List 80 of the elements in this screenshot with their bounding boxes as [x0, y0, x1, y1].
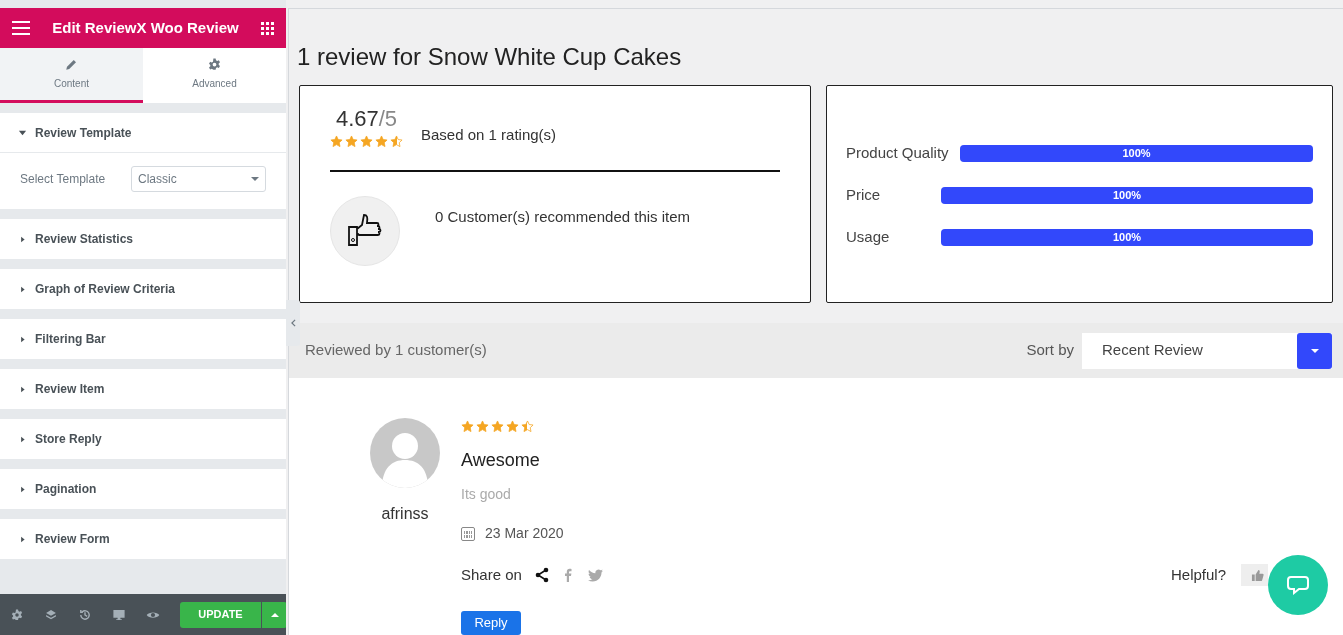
- criteria-label: Price: [846, 184, 882, 205]
- menu-icon[interactable]: [12, 21, 30, 35]
- caret-icon: [19, 485, 26, 493]
- caret-icon: [19, 285, 26, 293]
- caret-icon: [19, 435, 26, 443]
- pencil-icon: [64, 57, 79, 72]
- review-text: Its good: [461, 485, 512, 504]
- score-scale: /5: [378, 106, 398, 131]
- reply-button[interactable]: Reply: [461, 610, 521, 635]
- caret-icon: [1310, 348, 1319, 353]
- review-date: 23 Mar 2020: [485, 524, 564, 543]
- caret-icon: [19, 385, 26, 393]
- section-header[interactable]: Graph of Review Criteria: [0, 269, 286, 309]
- caret-icon: [251, 177, 259, 181]
- star-icon: [390, 135, 403, 148]
- rating-count: Based on 1 rating(s): [421, 125, 557, 145]
- section-header[interactable]: Review Form: [0, 519, 286, 559]
- section-title: Review Form: [35, 531, 110, 548]
- caret-icon: [19, 335, 26, 343]
- criteria-percent: 100%: [1122, 145, 1151, 161]
- criteria-label: Product Quality: [846, 142, 950, 163]
- caret-icon: [19, 235, 26, 243]
- apps-grid-icon[interactable]: [261, 21, 274, 35]
- calendar-icon: [461, 526, 475, 541]
- panel-tab[interactable]: Content: [0, 48, 143, 103]
- review-count: Reviewed by 1 customer(s): [305, 340, 488, 361]
- section-title: Review Item: [35, 381, 105, 398]
- star-icon: [476, 420, 489, 433]
- star-icon: [375, 135, 388, 148]
- section-header[interactable]: Review Item: [0, 369, 286, 409]
- section-header[interactable]: Store Reply: [0, 419, 286, 459]
- chat-bubble-icon: [1287, 575, 1309, 595]
- star-icon: [345, 135, 358, 148]
- settings-icon[interactable]: [10, 607, 24, 622]
- section-title: Review Template: [35, 124, 132, 142]
- share-icon[interactable]: [533, 567, 550, 584]
- criteria-label: Usage: [846, 226, 891, 247]
- star-icon: [461, 420, 474, 433]
- section-title: Pagination: [35, 481, 97, 498]
- sort-select[interactable]: Recent Review: [1082, 332, 1332, 369]
- template-select[interactable]: Classic: [131, 166, 266, 192]
- section-header[interactable]: Filtering Bar: [0, 319, 286, 359]
- chevron-left-icon: [290, 319, 296, 327]
- thumbs-up-icon: [1251, 568, 1264, 582]
- monitor-icon[interactable]: [112, 607, 126, 622]
- section-title: Review Statistics: [35, 231, 134, 248]
- facebook-icon[interactable]: [563, 568, 572, 583]
- field-label: Select Template: [20, 171, 107, 188]
- section-title: Store Reply: [35, 431, 102, 448]
- star-icon: [506, 420, 519, 433]
- star-icon: [330, 135, 343, 148]
- settings-icon: [207, 57, 222, 72]
- share-label: Share on: [461, 565, 522, 585]
- criteria-percent: 100%: [1112, 229, 1142, 245]
- twitter-icon[interactable]: [587, 568, 603, 582]
- section-header[interactable]: Review Statistics: [0, 219, 286, 259]
- dropdown-button[interactable]: [1297, 332, 1332, 369]
- panel-title: Edit ReviewX Woo Review: [52, 17, 239, 38]
- caret-icon: [270, 612, 279, 617]
- sort-label: Sort by: [1026, 340, 1074, 361]
- star-icon: [521, 420, 534, 433]
- section-title: Graph of Review Criteria: [35, 281, 176, 298]
- recommendation-text: 0 Customer(s) recommended this item: [435, 207, 691, 227]
- helpful-button[interactable]: [1241, 564, 1268, 587]
- star-icon: [360, 135, 373, 148]
- caret-icon: [19, 535, 26, 543]
- review-title: Awesome: [461, 449, 541, 472]
- layers-icon[interactable]: [44, 607, 58, 622]
- average-score: 4.67/5: [335, 105, 398, 133]
- history-icon[interactable]: [78, 607, 92, 622]
- panel-collapse-handle[interactable]: [286, 300, 300, 346]
- reviewer-name: afrinss: [381, 504, 429, 524]
- caret-icon: [18, 128, 27, 137]
- star-icon: [491, 420, 504, 433]
- helpful-label: Helpful?: [1170, 565, 1226, 585]
- section-title: Filtering Bar: [35, 331, 106, 348]
- publish-options-button[interactable]: [262, 601, 287, 628]
- criteria-percent: 100%: [1112, 187, 1142, 203]
- review-heading: 1 review for Snow White Cup Cakes: [296, 42, 683, 72]
- section-header[interactable]: Pagination: [0, 469, 286, 509]
